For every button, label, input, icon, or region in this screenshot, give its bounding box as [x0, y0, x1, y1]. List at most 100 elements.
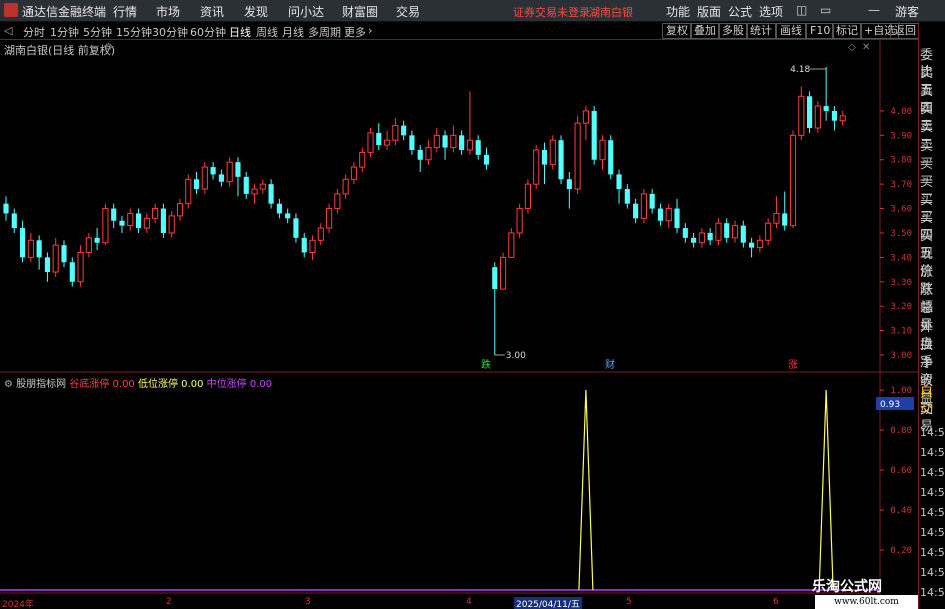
price-tick-label: 3.50: [890, 229, 912, 239]
trade-login-status[interactable]: 证券交易未登录: [513, 4, 590, 20]
indicator-tick-label: 0.20: [890, 546, 912, 556]
stock-chart-title: 湖南白银(日线 前复权): [4, 44, 116, 57]
period-5min[interactable]: 5分钟: [83, 24, 112, 40]
stats-button[interactable]: 统计: [746, 23, 776, 39]
candle-body-down: [558, 140, 564, 180]
overlay-button[interactable]: 叠加: [690, 23, 720, 39]
series-bottom-limit-label: 谷底涨停: [69, 379, 110, 390]
period-monthly[interactable]: 月线: [282, 24, 304, 40]
menu-formula[interactable]: 公式: [728, 3, 752, 20]
candle-body-down: [724, 223, 730, 238]
period-daily[interactable]: 日线: [229, 24, 251, 40]
menu-market[interactable]: 市场: [156, 3, 180, 20]
candle-body-up: [384, 139, 391, 146]
period-more[interactable]: 更多: [344, 24, 366, 40]
menu-layout[interactable]: 版面: [697, 3, 721, 20]
menu-trade[interactable]: 交易: [396, 3, 420, 20]
candle-body-down: [135, 213, 142, 229]
price-tick-label: 3.80: [890, 156, 912, 166]
collapse-icon[interactable]: ◁: [4, 24, 12, 37]
back-button[interactable]: 返回: [890, 23, 920, 39]
multi-stock-button[interactable]: 多股: [718, 23, 748, 39]
candle-body-down: [492, 267, 498, 290]
candle-body-up: [176, 203, 184, 217]
candle-body-up: [201, 166, 208, 190]
price-tick-label: 3.90: [890, 131, 912, 141]
candle-body-down: [218, 174, 224, 182]
candle-body-down: [682, 228, 688, 238]
date-label-2024: 2024年: [2, 600, 34, 609]
candle-body-down: [69, 262, 75, 282]
menu-function[interactable]: 功能: [666, 3, 690, 20]
menu-wealth[interactable]: 财富圈: [342, 3, 378, 20]
candle-body-down: [193, 179, 200, 190]
candle-body-down: [235, 162, 241, 177]
draw-line-button[interactable]: 画线: [776, 23, 806, 39]
event-marker-1[interactable]: 财: [605, 358, 615, 371]
indicator-name[interactable]: 股朋指标网: [16, 379, 66, 390]
period-1min[interactable]: 1分钟: [50, 24, 79, 40]
series-low-limit-value: 0.00: [181, 379, 204, 390]
period-60min[interactable]: 60分钟: [190, 24, 226, 40]
event-marker-0[interactable]: 跌: [481, 358, 491, 371]
minimize-icon[interactable]: —: [868, 3, 880, 17]
indicator-gear-icon[interactable]: ⚙: [4, 379, 13, 390]
settings-gear-icon[interactable]: ⚙: [104, 42, 113, 53]
f10-button[interactable]: F10: [806, 23, 835, 39]
high-price-marker: 4.18: [790, 65, 810, 75]
candle-body-down: [301, 237, 307, 253]
event-marker-2[interactable]: 涨: [788, 359, 798, 371]
series-bottom-limit-value: 0.00: [112, 379, 135, 390]
menu-options[interactable]: 选项: [759, 3, 783, 20]
candle-body-down: [749, 242, 755, 248]
menu-news[interactable]: 资讯: [200, 3, 224, 20]
indicator-spike-0: [578, 389, 594, 591]
candle-body-down: [782, 213, 788, 226]
diamond-icon[interactable]: ◇: [848, 42, 856, 53]
candle-body-up: [334, 193, 341, 210]
price-tick-label: 3.60: [890, 205, 912, 215]
menu-discover[interactable]: 发现: [244, 3, 268, 20]
price-tick-label: 3.70: [890, 180, 912, 190]
current-stock-name: 湖南白银: [589, 6, 633, 19]
mark-button[interactable]: 标记: [832, 23, 862, 39]
candle-body-up: [168, 215, 175, 234]
candle-body-up: [52, 244, 59, 273]
indicator-header: ⚙ 股朋指标网 谷底涨停 0.00 低位涨停 0.00 中位涨停 0.00: [4, 375, 272, 390]
candle-body-down: [94, 237, 100, 243]
menu-ask[interactable]: 问小达: [288, 3, 324, 20]
candle-body-down: [20, 228, 26, 258]
close-icon[interactable]: ✕: [862, 42, 870, 53]
notice-icon[interactable]: ▭: [820, 3, 831, 17]
candle-body-up: [731, 225, 739, 239]
user-label[interactable]: 游客: [895, 3, 919, 20]
period-30min[interactable]: 30分钟: [152, 24, 188, 40]
period-intraday[interactable]: 分时: [23, 24, 45, 40]
kline-chart[interactable]: 4.00 3.90 3.80 3.70 3.60 3.50 3.40 3.30 3.20 3.10…: [0, 40, 918, 596]
period-15min[interactable]: 15分钟: [116, 24, 152, 40]
candle-body-up: [127, 212, 134, 227]
candle-body-up: [549, 139, 556, 166]
candle-body-down: [61, 245, 67, 263]
chevron-right-icon[interactable]: ›: [368, 24, 372, 37]
period-weekly[interactable]: 周线: [256, 24, 278, 40]
cursor-date-label: 2025/04/11/五: [514, 597, 582, 609]
candle-body-down: [740, 225, 746, 243]
adjust-button[interactable]: 复权: [662, 23, 692, 39]
period-multi[interactable]: 多周期: [308, 24, 341, 40]
candle-body-up: [466, 139, 473, 151]
candle-body-up: [814, 105, 821, 129]
skin-icon[interactable]: ◫: [796, 3, 807, 17]
candle-body-down: [210, 167, 216, 175]
candle-body-up: [798, 95, 805, 136]
menu-quote[interactable]: 行情: [113, 3, 137, 20]
candle-body-up: [839, 115, 846, 122]
price-tick-label: 3.00: [890, 351, 912, 361]
candle-body-up: [27, 239, 34, 258]
candle-body-up: [143, 217, 150, 229]
series-low-limit-label: 低位涨停: [137, 379, 178, 390]
candle-body-down: [3, 203, 9, 214]
tick-time-1: 14:56: [920, 446, 945, 459]
candle-body-down: [831, 110, 837, 121]
tick-time-4: 14:56: [920, 506, 945, 519]
